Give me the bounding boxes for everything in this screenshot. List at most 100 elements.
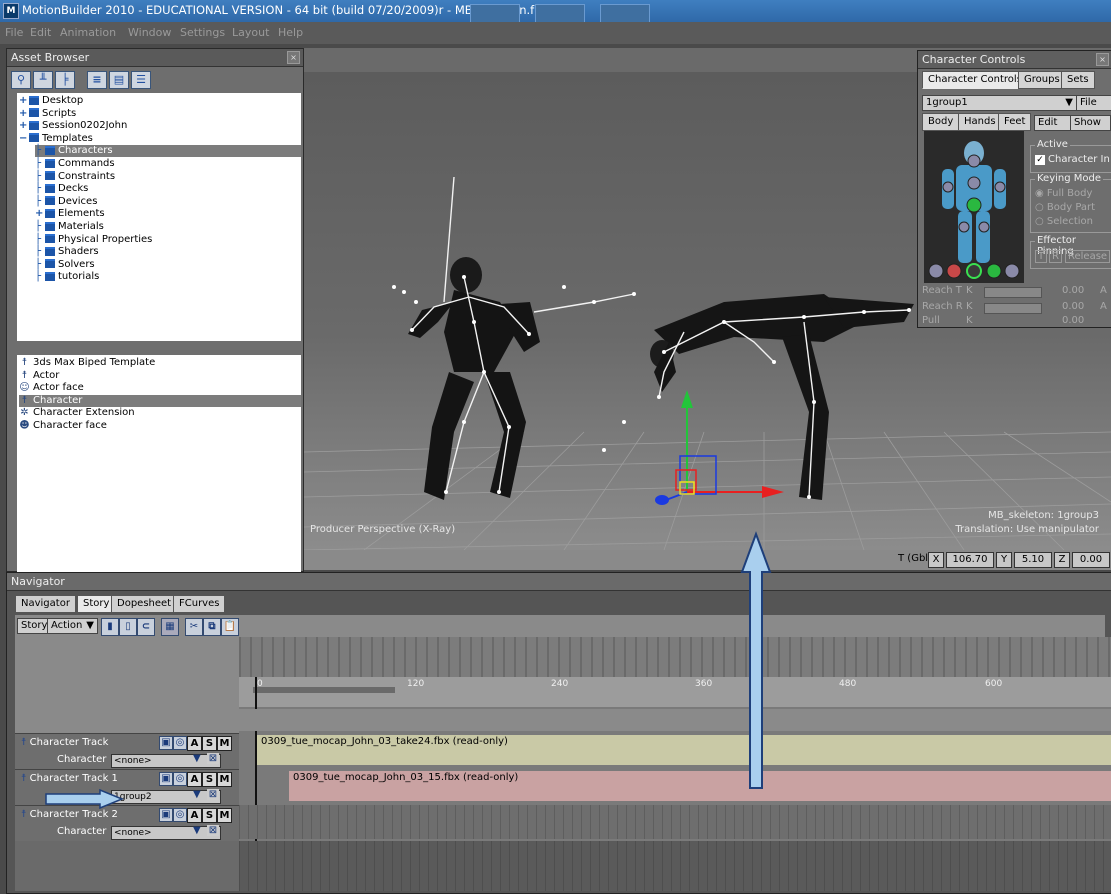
character-track-2-row[interactable]: ☨ Character Track 2 ▣ ◎ A S M Character …	[15, 805, 239, 842]
collapse-icon[interactable]: −	[19, 133, 29, 145]
chevron-down-icon[interactable]: ▼	[193, 825, 201, 836]
time-ruler[interactable]	[239, 677, 1111, 707]
cut-icon[interactable]: ✂	[185, 618, 203, 636]
reach-t-key-button[interactable]: K	[966, 285, 973, 296]
x-value-field[interactable]: 106.70	[946, 552, 994, 568]
reach-t-lock[interactable]: A	[1100, 285, 1107, 296]
clear-icon[interactable]: ⊠	[207, 825, 219, 836]
edit-menu[interactable]: Edit	[1034, 115, 1071, 131]
character-model-right[interactable]	[602, 294, 914, 500]
track-solo-button[interactable]: S	[202, 808, 217, 823]
menu-layout[interactable]: Layout	[232, 26, 269, 39]
tree-item[interactable]: ├ Characters	[35, 145, 301, 158]
tree-item[interactable]: ├ tutorials	[35, 271, 301, 283]
tab-navigator[interactable]: Navigator	[15, 595, 76, 613]
release-pin-button[interactable]: Release	[1065, 250, 1111, 263]
chevron-down-icon[interactable]: ▼	[193, 789, 201, 800]
track-options-icon[interactable]: ▣	[159, 736, 173, 750]
track-mute-button[interactable]: M	[217, 772, 232, 787]
track-layout-icon[interactable]: ▮	[101, 618, 119, 636]
tree-item[interactable]: ├ Shaders	[35, 246, 301, 258]
close-icon[interactable]: ×	[1096, 53, 1109, 66]
menu-edit[interactable]: Edit	[30, 26, 51, 39]
expand-icon[interactable]: +	[19, 108, 29, 120]
track-options-icon[interactable]: ▣	[159, 772, 173, 786]
tree-item[interactable]: − Templates	[19, 133, 301, 145]
pane-splitter[interactable]	[15, 343, 301, 353]
expand-icon[interactable]: +	[19, 120, 29, 132]
asset-item[interactable]: ☺ Actor face	[19, 382, 301, 394]
track-options-icon[interactable]: ▣	[159, 808, 173, 822]
subtab-body[interactable]: Body	[922, 113, 960, 131]
menu-animation[interactable]: Animation	[60, 26, 116, 39]
copy-icon[interactable]: ⧉	[203, 618, 221, 636]
y-axis-button[interactable]: Y	[996, 552, 1012, 568]
asset-item[interactable]: ☨ Actor	[19, 370, 301, 382]
tree-item[interactable]: ├ Constraints	[35, 171, 301, 183]
tree-item[interactable]: ├ Materials	[35, 221, 301, 233]
clear-icon[interactable]: ⊠	[207, 789, 219, 800]
menu-settings[interactable]: Settings	[180, 26, 225, 39]
track-solo-button[interactable]: S	[202, 772, 217, 787]
character-select[interactable]: <none>	[111, 826, 221, 840]
show-menu[interactable]: Show	[1070, 115, 1111, 131]
subtab-hands[interactable]: Hands	[958, 113, 1002, 131]
keying-selection-radio[interactable]: ○ Selection	[1035, 216, 1093, 227]
pin-rotation-button[interactable]: R	[1049, 250, 1062, 263]
character-select[interactable]: 1group2	[111, 790, 221, 804]
character-select[interactable]: 1group1 ▼	[922, 95, 1077, 111]
align-view-icon[interactable]: ╞	[55, 71, 75, 89]
tree-item[interactable]: ├ Decks	[35, 183, 301, 195]
tab-dopesheet[interactable]: Dopesheet	[111, 595, 178, 613]
action-combo[interactable]: Action ▼	[47, 618, 98, 634]
reach-r-slider[interactable]	[984, 303, 1042, 314]
story-clip-take24[interactable]: 0309_tue_mocap_John_03_take24.fbx (read-…	[257, 735, 1111, 765]
track-a-button[interactable]: A	[187, 772, 202, 787]
close-icon[interactable]: ×	[287, 51, 300, 64]
character-track-row[interactable]: ☨ Character Track ▣ ◎ A S M Character <n…	[15, 733, 239, 770]
grid-icon[interactable]: ▦	[161, 618, 179, 636]
z-axis-button[interactable]: Z	[1054, 552, 1070, 568]
tree-item[interactable]: ├ Commands	[35, 158, 301, 170]
file-menu[interactable]: File	[1076, 95, 1111, 111]
track-a-button[interactable]: A	[187, 736, 202, 751]
tree-item[interactable]: ├ Solvers	[35, 259, 301, 271]
menu-window[interactable]: Window	[128, 26, 171, 39]
character-select[interactable]: <none>	[111, 754, 221, 768]
menu-help[interactable]: Help	[278, 26, 303, 39]
reach-t-slider[interactable]	[984, 287, 1042, 298]
loop-icon[interactable]: ⊂	[137, 618, 155, 636]
time-range-bar[interactable]	[253, 687, 395, 693]
track-visibility-icon[interactable]: ◎	[173, 736, 187, 750]
tab-fcurves[interactable]: FCurves	[173, 595, 226, 613]
tab-groups[interactable]: Groups	[1018, 71, 1066, 89]
track-solo-button[interactable]: S	[202, 736, 217, 751]
track-visibility-icon[interactable]: ◎	[173, 772, 187, 786]
tree-item[interactable]: + Elements	[35, 208, 301, 220]
expand-icon[interactable]: +	[19, 95, 29, 107]
keying-body-part-radio[interactable]: ○ Body Part	[1035, 202, 1095, 213]
track-visibility-icon[interactable]: ◎	[173, 808, 187, 822]
asset-item[interactable]: ☨ Character	[19, 394, 301, 407]
pull-key-button[interactable]: K	[966, 315, 973, 325]
tree-item[interactable]: + Session0202John	[19, 120, 301, 132]
chevron-down-icon[interactable]: ▼	[193, 753, 201, 764]
tree-item[interactable]: ├ Physical Properties	[35, 234, 301, 246]
tree-item[interactable]: + Scripts	[19, 108, 301, 120]
pin-translation-button[interactable]: T	[1035, 250, 1048, 263]
asset-item[interactable]: ☻ Character face	[19, 420, 301, 432]
track-mute-button[interactable]: M	[217, 808, 232, 823]
asset-item[interactable]: ☨ 3ds Max Biped Template	[19, 357, 301, 369]
icon-view-icon[interactable]: ☰	[131, 71, 151, 89]
tab-character-controls[interactable]: Character Controls	[922, 71, 1028, 89]
paste-icon[interactable]: 📋	[221, 618, 239, 636]
pull-value[interactable]: 0.00	[1062, 315, 1084, 325]
track-mute-button[interactable]: M	[217, 736, 232, 751]
clear-icon[interactable]: ⊠	[207, 753, 219, 764]
track-a-button[interactable]: A	[187, 808, 202, 823]
tab-sets[interactable]: Sets	[1061, 71, 1095, 89]
menu-file[interactable]: File	[5, 26, 23, 39]
list-view-icon[interactable]: ≡	[87, 71, 107, 89]
reach-r-key-button[interactable]: K	[966, 301, 973, 312]
reach-r-value[interactable]: 0.00	[1062, 301, 1084, 312]
